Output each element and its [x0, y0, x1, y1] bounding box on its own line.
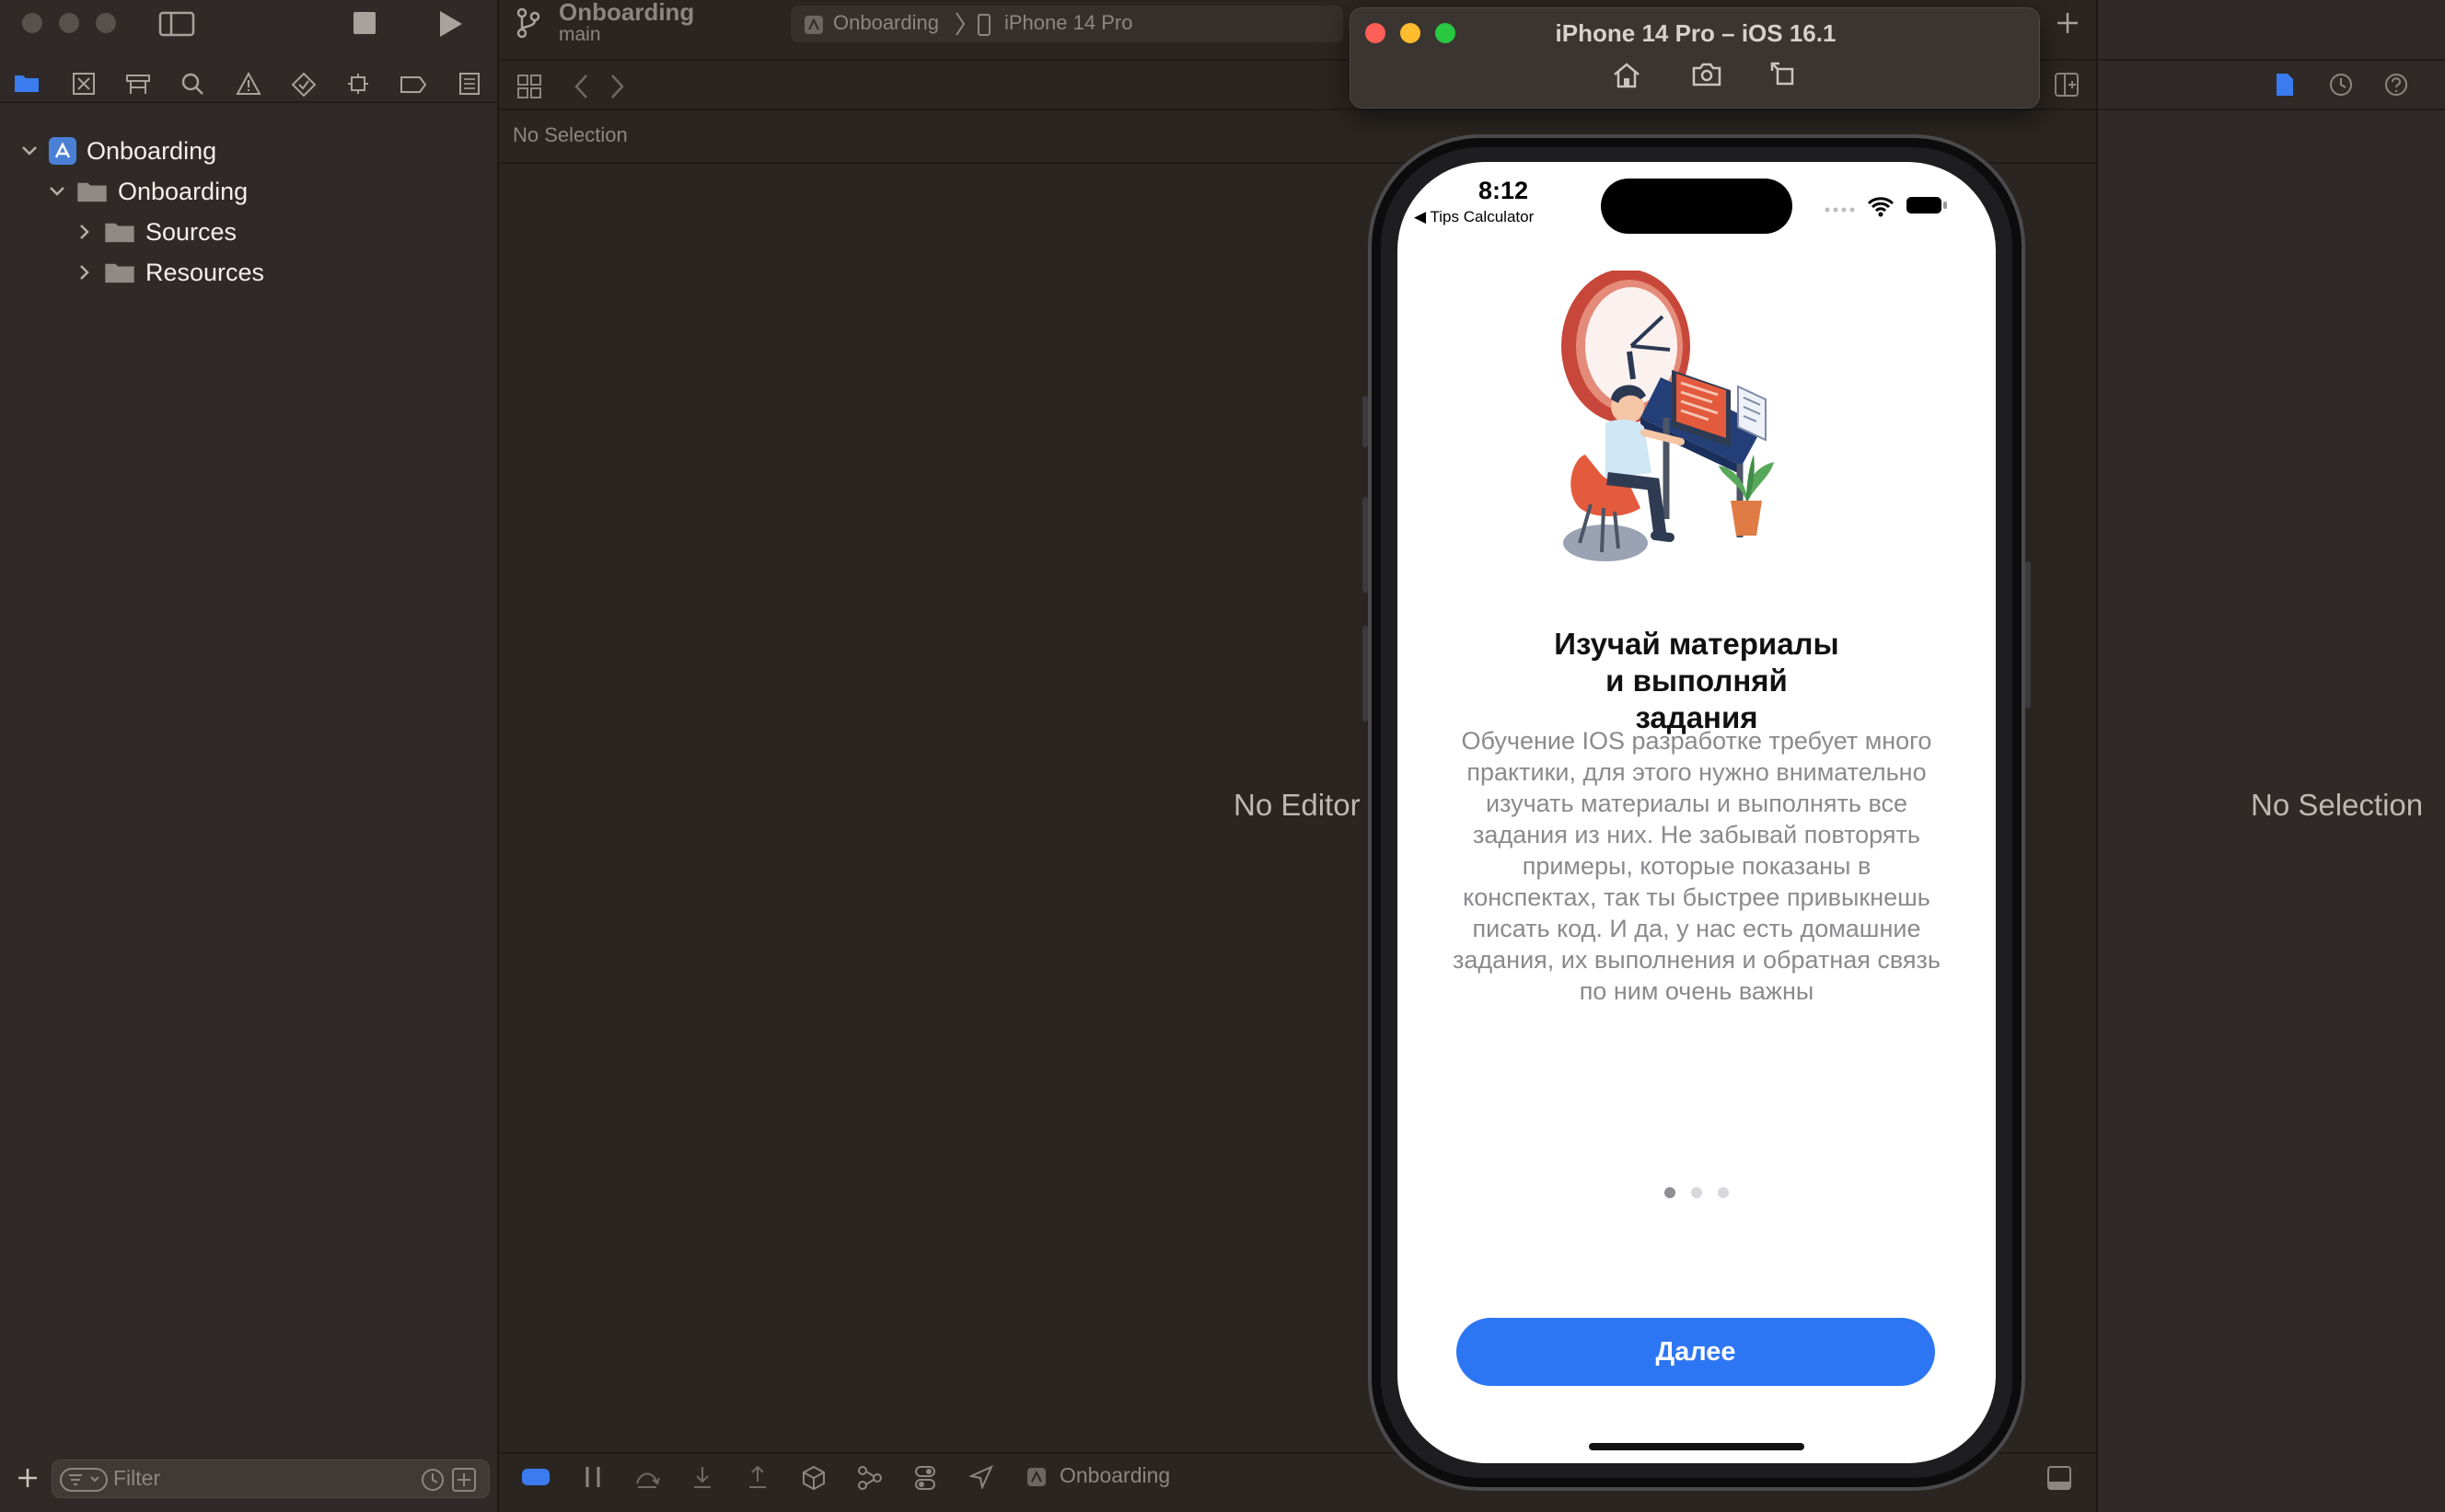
- recent-files-icon[interactable]: [421, 1468, 445, 1492]
- folder-navigator-icon[interactable]: [13, 72, 41, 94]
- zoom-window-button[interactable]: [96, 13, 116, 33]
- memory-graph-icon[interactable]: [857, 1465, 883, 1491]
- breakpoint-navigator-icon[interactable]: [400, 75, 427, 94]
- step-over-icon[interactable]: [634, 1467, 660, 1489]
- app-target-icon: [805, 16, 823, 34]
- run-icon[interactable]: [436, 9, 464, 39]
- volume-up-button: [1362, 497, 1368, 593]
- tree-item-group[interactable]: Onboarding: [48, 173, 248, 210]
- scheme-selector[interactable]: Onboarding iPhone 14 Pro: [791, 6, 1343, 42]
- scheme-target[interactable]: Onboarding: [833, 11, 939, 35]
- cellular-signal-icon: [1825, 207, 1855, 213]
- issue-navigator-icon[interactable]: [236, 72, 261, 96]
- dynamic-island: [1601, 179, 1792, 234]
- simulator-title: iPhone 14 Pro – iOS 16.1: [1555, 19, 1837, 47]
- search-icon[interactable]: [180, 72, 204, 96]
- power-button: [2025, 561, 2031, 709]
- grid-icon[interactable]: [516, 74, 542, 99]
- navigator-toolbar: [0, 0, 497, 103]
- onboarding-title-text: Изучай материалы и выполняй задания: [1554, 627, 1839, 734]
- inspector-empty-label: No Selection: [2251, 788, 2424, 822]
- modified-files-icon[interactable]: [452, 1468, 476, 1492]
- device-icon: [978, 14, 991, 36]
- folder-icon: [105, 263, 134, 283]
- side-button: [1362, 396, 1368, 447]
- quick-help-icon[interactable]: [2383, 72, 2409, 98]
- chevron-right-icon: [956, 12, 966, 36]
- tree-item-label: Resources: [145, 258, 265, 286]
- home-indicator[interactable]: [1589, 1443, 1804, 1450]
- location-icon[interactable]: [969, 1465, 993, 1489]
- report-navigator-icon[interactable]: [458, 72, 481, 96]
- minimize-window-button[interactable]: [59, 13, 79, 33]
- step-into-icon[interactable]: [691, 1465, 713, 1491]
- run-destination[interactable]: iPhone 14 Pro: [1004, 11, 1132, 35]
- show-debug-area-icon[interactable]: [2046, 1465, 2072, 1491]
- chevron-right-icon[interactable]: [75, 263, 94, 282]
- home-icon[interactable]: [1612, 62, 1641, 89]
- folder-icon: [105, 223, 134, 243]
- symbol-navigator-icon[interactable]: [125, 72, 151, 96]
- project-navigator: Onboarding Onboarding Sources Resources …: [0, 0, 499, 1512]
- status-time: 8:12: [1478, 177, 1529, 204]
- file-inspector-icon[interactable]: [2275, 72, 2295, 98]
- source-control-icon[interactable]: [72, 72, 96, 96]
- environment-overrides-icon[interactable]: [914, 1465, 936, 1491]
- debug-navigator-icon[interactable]: [346, 72, 370, 96]
- branch-icon: [516, 7, 540, 39]
- project-name: Onboarding: [559, 0, 695, 26]
- rotate-icon[interactable]: [1768, 60, 1796, 87]
- page-dot-2[interactable]: [1691, 1187, 1702, 1198]
- filter-field[interactable]: Filter: [52, 1460, 490, 1498]
- back-arrow-icon[interactable]: [574, 74, 588, 99]
- filter-options-icon[interactable]: [60, 1468, 108, 1492]
- tree-item-label: Onboarding: [87, 136, 217, 165]
- filter-input[interactable]: Filter: [113, 1466, 160, 1491]
- branch-name: main: [559, 24, 601, 45]
- debug-scheme-label: Onboarding: [1060, 1463, 1171, 1487]
- tree-item-resources[interactable]: Resources: [75, 254, 264, 291]
- page-dot-1[interactable]: [1664, 1187, 1675, 1198]
- tree-item-label: Onboarding: [118, 177, 249, 205]
- inspector-panel: No Selection: [2096, 0, 2445, 1512]
- history-inspector-icon[interactable]: [2328, 72, 2354, 98]
- volume-down-button: [1362, 626, 1368, 721]
- screenshot-icon[interactable]: [1691, 62, 1722, 87]
- close-window-button[interactable]: [22, 13, 42, 33]
- tree-item-project[interactable]: Onboarding: [20, 133, 216, 169]
- chevron-down-icon[interactable]: [48, 182, 66, 201]
- debug-area-toggle[interactable]: [522, 1469, 550, 1485]
- next-button[interactable]: Далее: [1456, 1318, 1935, 1386]
- test-navigator-icon[interactable]: [291, 72, 317, 98]
- step-out-icon[interactable]: [747, 1465, 769, 1491]
- chevron-down-icon[interactable]: [20, 142, 39, 160]
- xcode-project-icon: [49, 137, 76, 165]
- onboarding-description: Обучение IOS разработке требует много пр…: [1453, 727, 1941, 1005]
- add-editor-icon[interactable]: [2054, 72, 2080, 98]
- breakpoints-toggle-icon[interactable]: [583, 1465, 603, 1489]
- page-dot-3[interactable]: [1718, 1187, 1729, 1198]
- app-target-icon: [1027, 1468, 1046, 1486]
- jump-bar: No Selection: [513, 123, 628, 146]
- onboarding-title: Изучай материалы и выполняй задания: [1397, 626, 1996, 736]
- folder-icon: [77, 182, 107, 202]
- stop-icon[interactable]: [353, 12, 376, 34]
- tree-item-label: Sources: [145, 217, 238, 246]
- wifi-icon: [1867, 197, 1895, 217]
- forward-arrow-icon[interactable]: [610, 74, 625, 99]
- view-hierarchy-icon[interactable]: [802, 1465, 826, 1491]
- sidebar-toggle-icon[interactable]: [158, 11, 195, 37]
- chevron-right-icon[interactable]: [75, 223, 94, 241]
- phone-screen: 8:12 ◀ Tips Calculator Изучай материалы …: [1397, 162, 1996, 1463]
- onboarding-illustration: [1561, 271, 1774, 561]
- add-icon[interactable]: [2056, 11, 2080, 35]
- no-editor-label: No Editor: [1234, 788, 1361, 822]
- simulator-window: iPhone 14 Pro – iOS 16.1: [1350, 7, 2040, 109]
- add-icon[interactable]: [17, 1467, 39, 1489]
- tree-item-sources[interactable]: Sources: [75, 214, 237, 250]
- battery-icon: [1906, 197, 1947, 214]
- back-to-app-link[interactable]: ◀ Tips Calculator: [1414, 208, 1534, 226]
